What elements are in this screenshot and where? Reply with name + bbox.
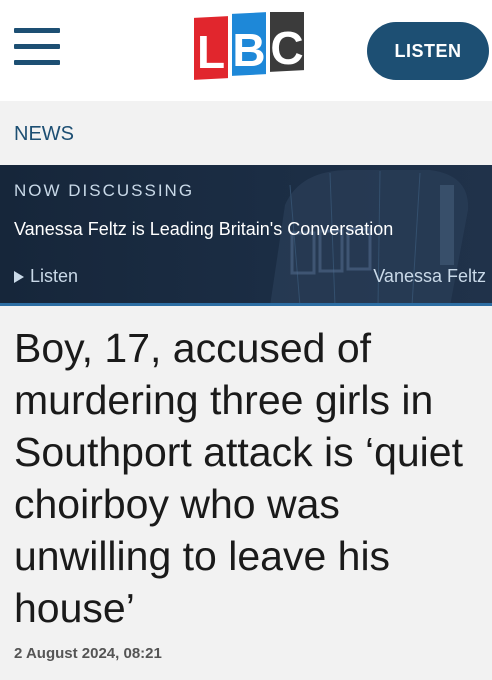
- logo-letter-c: C: [270, 22, 303, 74]
- article-date: 2 August 2024, 08:21: [14, 645, 162, 662]
- listen-link-label: Listen: [30, 266, 79, 286]
- menu-line: [14, 28, 60, 33]
- logo-letter-b: B: [232, 24, 265, 76]
- lbc-logo[interactable]: L B C: [192, 12, 308, 82]
- menu-line: [14, 44, 60, 49]
- hamburger-menu-icon[interactable]: [14, 26, 60, 68]
- section-nav: NEWS: [0, 101, 492, 165]
- presenter-link[interactable]: Vanessa Feltz: [373, 266, 486, 287]
- logo-letter-l: L: [197, 26, 225, 78]
- site-header: L B C LISTEN: [0, 0, 492, 101]
- now-discussing-title[interactable]: Vanessa Feltz is Leading Britain's Conve…: [14, 219, 393, 240]
- listen-button[interactable]: LISTEN: [367, 22, 489, 80]
- now-discussing-label: NOW DISCUSSING: [14, 181, 195, 200]
- article-headline: Boy, 17, accused of murdering three girl…: [14, 325, 463, 631]
- news-section-link[interactable]: NEWS: [14, 123, 74, 146]
- listen-link[interactable]: Listen: [14, 266, 78, 287]
- now-discussing-panel[interactable]: NOW DISCUSSING Vanessa Feltz is Leading …: [0, 165, 492, 306]
- play-icon: [14, 270, 24, 283]
- menu-line: [14, 60, 60, 65]
- panel-divider: [0, 303, 492, 306]
